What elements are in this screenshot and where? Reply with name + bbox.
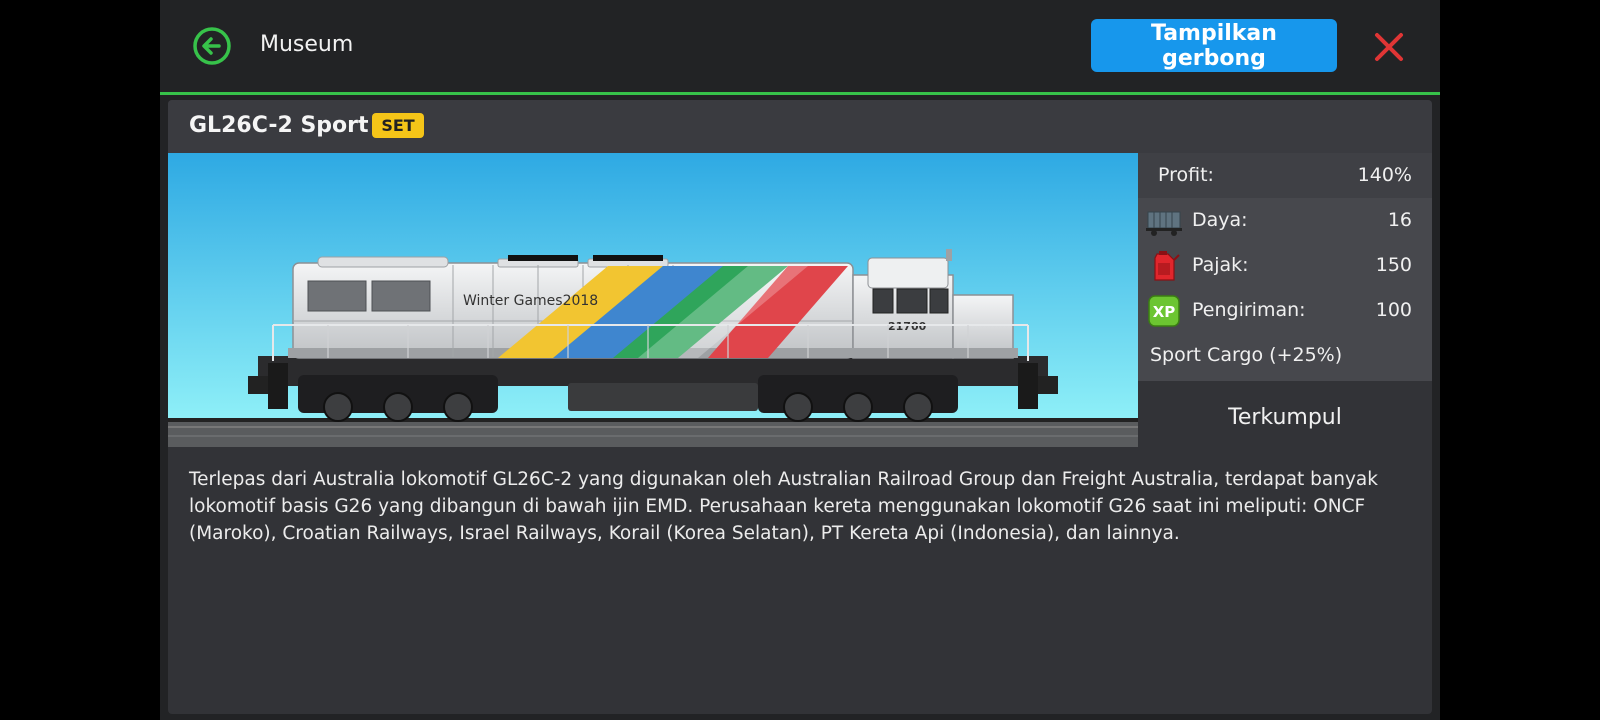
page-title: Museum	[260, 32, 354, 57]
museum-panel: Museum Tampilkan gerbong GL26C-2 Sport S…	[160, 0, 1440, 720]
tax-value: 150	[1375, 254, 1412, 276]
locomotive-description: Terlepas dari Australia lokomotif GL26C-…	[189, 469, 1378, 544]
stats-panel: Profit: 140% Daya: 16 Pajak: 150 XP Peng…	[1138, 153, 1432, 381]
stat-shipping: XP Pengiriman: 100	[1138, 288, 1432, 333]
livery-text: Winter Games2018	[463, 293, 598, 309]
stat-profit: Profit: 140%	[1138, 153, 1432, 198]
back-arrow-icon[interactable]	[192, 26, 232, 66]
locomotive-number: 21700	[888, 320, 927, 333]
header-bar: Museum Tampilkan gerbong	[160, 0, 1440, 95]
fuel-can-icon	[1154, 251, 1180, 281]
bonus-text: Sport Cargo (+25%)	[1150, 344, 1343, 366]
xp-icon: XP	[1148, 295, 1180, 327]
profit-value: 140%	[1357, 164, 1412, 186]
shipping-label: Pengiriman:	[1192, 299, 1306, 321]
card-header: GL26C-2 Sport SET	[168, 100, 1432, 153]
stat-tax: Pajak: 150	[1138, 243, 1432, 288]
set-badge: SET	[372, 113, 424, 138]
xp-icon-text: XP	[1153, 303, 1176, 321]
show-wagons-button[interactable]: Tampilkan gerbong	[1091, 19, 1337, 72]
close-icon[interactable]	[1372, 30, 1406, 64]
locomotive-image: Winter Games2018 21700	[168, 153, 1138, 447]
tax-label: Pajak:	[1192, 254, 1249, 276]
wagon-icon	[1146, 211, 1182, 236]
stat-bonus: Sport Cargo (+25%)	[1138, 333, 1432, 381]
locomotive-card: GL26C-2 Sport SET Winter Games2018 21700…	[168, 100, 1432, 714]
power-value: 16	[1387, 209, 1412, 231]
track-ballast	[168, 422, 1138, 447]
power-label: Daya:	[1192, 209, 1248, 231]
shipping-value: 100	[1375, 299, 1412, 321]
rail	[168, 418, 1138, 422]
locomotive-name: GL26C-2 Sport	[189, 113, 369, 138]
profit-label: Profit:	[1158, 164, 1214, 186]
stat-power: Daya: 16	[1138, 198, 1432, 243]
collected-status: Terkumpul	[1228, 405, 1342, 430]
